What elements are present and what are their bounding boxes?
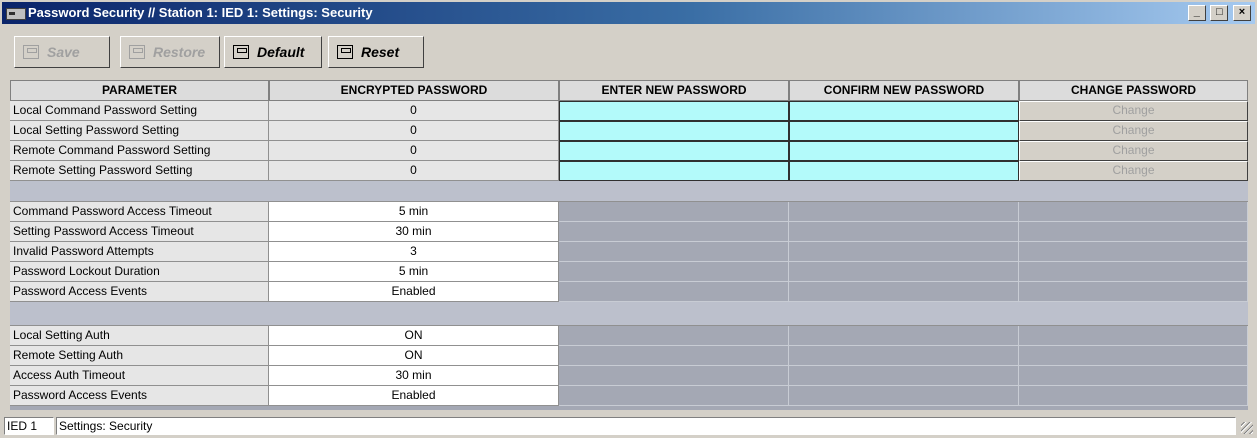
minimize-button[interactable]: _	[1187, 5, 1206, 21]
parameter-cell: Local Setting Password Setting	[10, 121, 269, 141]
setting-value-field[interactable]: 5 min	[269, 202, 559, 222]
confirm-new-password-field[interactable]	[789, 141, 1019, 161]
empty-cell	[559, 222, 789, 242]
empty-cell	[1019, 366, 1248, 386]
change-password-button[interactable]: Change	[1019, 161, 1248, 181]
change-password-button[interactable]: Change	[1019, 121, 1248, 141]
window-controls: _ □ ×	[1187, 5, 1251, 21]
setting-value-field[interactable]: Enabled	[269, 386, 559, 406]
empty-cell	[789, 222, 1019, 242]
column-header-encrypted-password[interactable]: ENCRYPTED PASSWORD	[269, 80, 559, 101]
empty-cell	[559, 326, 789, 346]
parameter-cell: Password Access Events	[10, 282, 269, 302]
parameter-cell: Password Access Events	[10, 386, 269, 406]
reset-icon	[337, 45, 353, 59]
empty-cell	[789, 242, 1019, 262]
empty-cell	[789, 262, 1019, 282]
app-icon	[6, 8, 26, 20]
empty-cell	[789, 386, 1019, 406]
enter-new-password-field[interactable]	[559, 161, 789, 181]
restore-button[interactable]: Restore	[120, 36, 220, 68]
window-title: Password Security // Station 1: IED 1: S…	[28, 5, 373, 20]
empty-cell	[559, 262, 789, 282]
parameter-cell: Setting Password Access Timeout	[10, 222, 269, 242]
default-icon	[233, 45, 249, 59]
empty-cell	[559, 202, 789, 222]
empty-cell	[789, 366, 1019, 386]
empty-cell	[559, 282, 789, 302]
resize-grip-icon[interactable]	[1241, 422, 1253, 434]
empty-cell	[1019, 202, 1248, 222]
encrypted-password-cell: 0	[269, 141, 559, 161]
reset-label: Reset	[361, 44, 400, 60]
restore-label: Restore	[153, 44, 206, 60]
parameter-cell: Remote Setting Auth	[10, 346, 269, 366]
column-header-enter-new-password[interactable]: ENTER NEW PASSWORD	[559, 80, 789, 101]
empty-cell	[1019, 282, 1248, 302]
empty-cell	[1019, 242, 1248, 262]
default-label: Default	[257, 44, 305, 60]
empty-cell	[1019, 222, 1248, 242]
parameter-cell: Command Password Access Timeout	[10, 202, 269, 222]
encrypted-password-cell: 0	[269, 121, 559, 141]
column-header-parameter[interactable]: PARAMETER	[10, 80, 269, 101]
setting-value-field[interactable]: 3	[269, 242, 559, 262]
empty-cell	[789, 202, 1019, 222]
maximize-button[interactable]: □	[1210, 5, 1229, 21]
setting-value-field[interactable]: ON	[269, 346, 559, 366]
enter-new-password-field[interactable]	[559, 141, 789, 161]
empty-cell	[1019, 386, 1248, 406]
default-button[interactable]: Default	[224, 36, 322, 68]
parameter-cell: Remote Setting Password Setting	[10, 161, 269, 181]
confirm-new-password-field[interactable]	[789, 161, 1019, 181]
status-bar: IED 1 Settings: Security	[2, 416, 1255, 436]
section-separator	[10, 181, 1248, 202]
password-security-window: Password Security // Station 1: IED 1: S…	[0, 0, 1257, 438]
status-device: IED 1	[4, 417, 54, 435]
enter-new-password-field[interactable]	[559, 101, 789, 121]
title-bar[interactable]: Password Security // Station 1: IED 1: S…	[2, 2, 1255, 24]
empty-cell	[1019, 262, 1248, 282]
confirm-new-password-field[interactable]	[789, 121, 1019, 141]
parameter-cell: Invalid Password Attempts	[10, 242, 269, 262]
empty-cell	[1019, 346, 1248, 366]
parameter-cell: Remote Command Password Setting	[10, 141, 269, 161]
empty-cell	[789, 326, 1019, 346]
empty-cell	[789, 346, 1019, 366]
setting-value-field[interactable]: 30 min	[269, 222, 559, 242]
empty-cell	[559, 346, 789, 366]
reset-button[interactable]: Reset	[328, 36, 424, 68]
close-button[interactable]: ×	[1233, 5, 1251, 21]
encrypted-password-cell: 0	[269, 161, 559, 181]
setting-value-field[interactable]: 5 min	[269, 262, 559, 282]
empty-cell	[1019, 326, 1248, 346]
restore-icon	[129, 45, 145, 59]
encrypted-password-cell: 0	[269, 101, 559, 121]
change-password-button[interactable]: Change	[1019, 101, 1248, 121]
change-password-button[interactable]: Change	[1019, 141, 1248, 161]
empty-cell	[559, 386, 789, 406]
confirm-new-password-field[interactable]	[789, 101, 1019, 121]
setting-value-field[interactable]: 30 min	[269, 366, 559, 386]
parameter-cell: Local Command Password Setting	[10, 101, 269, 121]
parameter-cell: Access Auth Timeout	[10, 366, 269, 386]
column-header-change-password[interactable]: CHANGE PASSWORD	[1019, 80, 1248, 101]
setting-value-field[interactable]: ON	[269, 326, 559, 346]
parameter-cell: Local Setting Auth	[10, 326, 269, 346]
empty-cell	[559, 366, 789, 386]
parameter-cell: Password Lockout Duration	[10, 262, 269, 282]
empty-cell	[559, 242, 789, 262]
security-settings-table: PARAMETER ENCRYPTED PASSWORD ENTER NEW P…	[10, 80, 1248, 410]
save-icon	[23, 45, 39, 59]
enter-new-password-field[interactable]	[559, 121, 789, 141]
save-label: Save	[47, 44, 80, 60]
save-button[interactable]: Save	[14, 36, 110, 68]
status-section: Settings: Security	[56, 417, 1236, 435]
column-header-confirm-new-password[interactable]: CONFIRM NEW PASSWORD	[789, 80, 1019, 101]
section-separator	[10, 302, 1248, 326]
empty-cell	[789, 282, 1019, 302]
setting-value-field[interactable]: Enabled	[269, 282, 559, 302]
